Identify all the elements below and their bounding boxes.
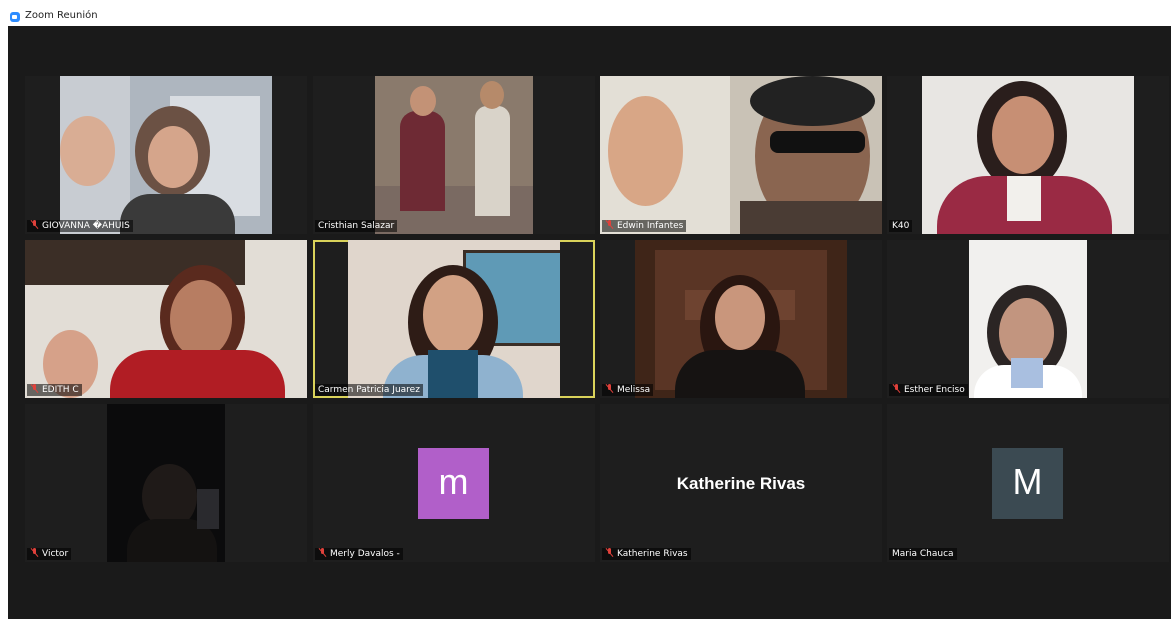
muted-microphone-icon (605, 384, 614, 393)
participant-avatar: M (992, 448, 1063, 519)
muted-microphone-icon (605, 220, 614, 229)
participant-name-tag: Cristhian Salazar (315, 220, 398, 232)
participant-name: Melissa (617, 385, 651, 395)
participant-video (922, 76, 1134, 234)
participant-tile[interactable]: Esther Enciso (887, 240, 1169, 398)
participant-tile[interactable]: Katherine Rivas Katherine Rivas (600, 404, 882, 562)
muted-microphone-icon (30, 548, 39, 557)
participant-display-name: Katherine Rivas (676, 474, 806, 493)
participant-name-tag: Esther Enciso (889, 384, 968, 396)
participant-video (969, 240, 1087, 398)
muted-microphone-icon (892, 384, 901, 393)
participant-tile[interactable]: GIOVANNA �AHUIS (25, 76, 307, 234)
participant-video (375, 76, 533, 234)
participant-name-tag: K40 (889, 220, 913, 232)
participant-name: K40 (892, 221, 910, 231)
participant-name: EDITH C (42, 385, 79, 395)
participant-name-tag: GIOVANNA �AHUIS (27, 220, 133, 232)
participant-name: GIOVANNA �AHUIS (42, 221, 130, 231)
title-bar: Zoom Reunión (0, 0, 1171, 26)
participant-name: Merly Davalos - (330, 549, 400, 559)
participant-tile[interactable]: M Maria Chauca (887, 404, 1169, 562)
window-title: Zoom Reunión (25, 10, 98, 21)
participant-name: Maria Chauca (892, 549, 954, 559)
participant-video (600, 76, 882, 234)
participant-name-tag: EDITH C (27, 384, 82, 396)
participant-name-tag: Victor (27, 548, 72, 560)
zoom-app-icon (10, 12, 20, 22)
participant-tile[interactable]: m Merly Davalos - (313, 404, 595, 562)
video-gallery: GIOVANNA �AHUIS Cristhian Salazar Edwin … (8, 26, 1171, 619)
participant-name: Victor (42, 549, 69, 559)
participant-tile[interactable]: Edwin Infantes (600, 76, 882, 234)
participant-avatar: m (418, 448, 489, 519)
participant-name-tag: Carmen Patricia Juarez (315, 384, 423, 396)
participant-tile[interactable]: K40 (887, 76, 1169, 234)
muted-microphone-icon (30, 220, 39, 229)
participant-name-tag: Maria Chauca (889, 548, 957, 560)
participant-name: Carmen Patricia Juarez (318, 385, 420, 395)
participant-tile[interactable]: Victor (25, 404, 307, 562)
participant-video (107, 404, 225, 562)
participant-name: Katherine Rivas (617, 549, 688, 559)
participant-name: Cristhian Salazar (318, 221, 395, 231)
participant-name: Edwin Infantes (617, 221, 684, 231)
participant-name-tag: Katherine Rivas (602, 548, 691, 560)
participant-video (635, 240, 847, 398)
participant-tile[interactable]: Cristhian Salazar (313, 76, 595, 234)
muted-microphone-icon (30, 384, 39, 393)
participant-video (25, 240, 307, 398)
muted-microphone-icon (318, 548, 327, 557)
participant-tile[interactable]: Melissa (600, 240, 882, 398)
participant-name-tag: Melissa (602, 384, 654, 396)
participant-video (60, 76, 272, 234)
participant-video (348, 240, 560, 398)
muted-microphone-icon (605, 548, 614, 557)
participant-tile[interactable]: EDITH C (25, 240, 307, 398)
participant-name: Esther Enciso (904, 385, 965, 395)
participant-name-tag: Edwin Infantes (602, 220, 687, 232)
participant-name-tag: Merly Davalos - (315, 548, 403, 560)
participant-tile-active-speaker[interactable]: Carmen Patricia Juarez (313, 240, 595, 398)
